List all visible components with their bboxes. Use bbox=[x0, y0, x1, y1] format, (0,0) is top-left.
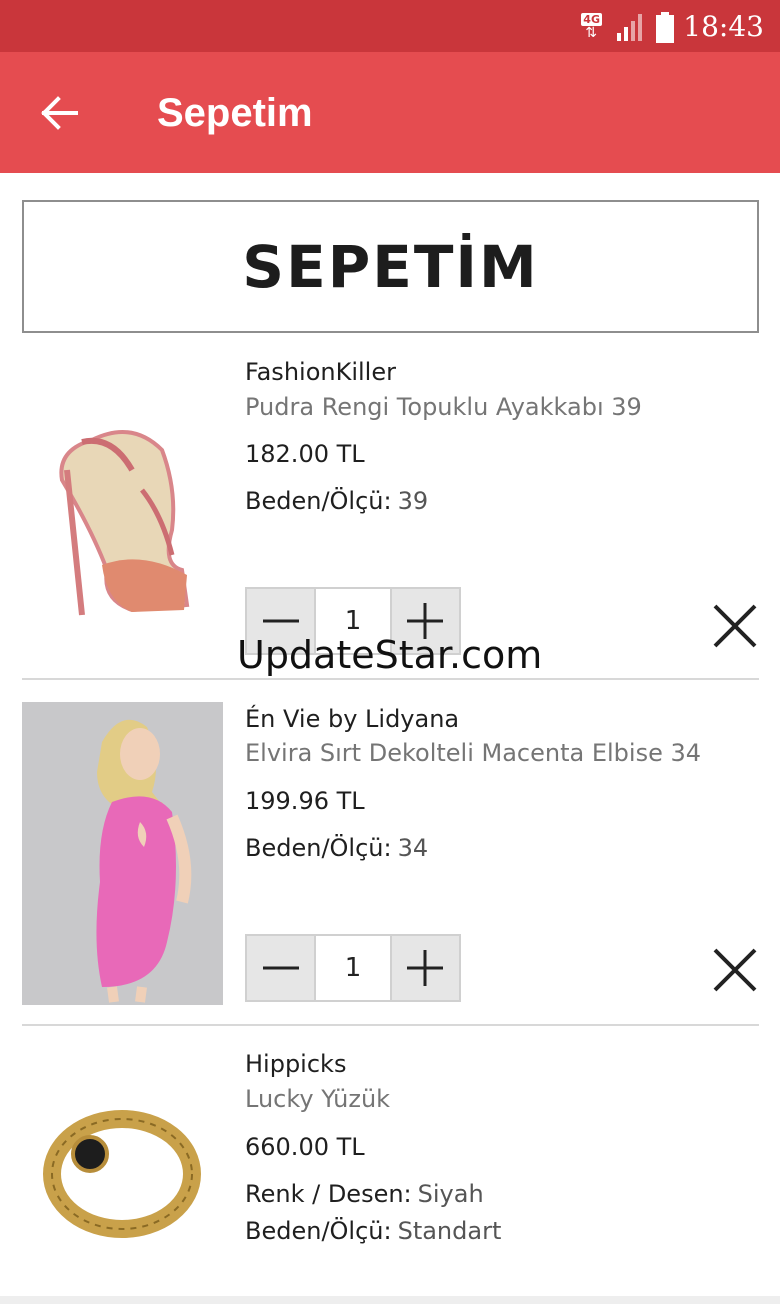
network-4g-icon: 4G ⇅ bbox=[579, 11, 607, 43]
item-brand[interactable]: Hippicks bbox=[245, 1049, 346, 1079]
status-icons: 4G ⇅ 18:43 bbox=[579, 8, 764, 46]
quantity-value[interactable]: 1 bbox=[314, 936, 392, 1000]
remove-item-icon[interactable] bbox=[711, 602, 759, 650]
status-time: 18:43 bbox=[683, 10, 764, 43]
signal-strength-icon bbox=[617, 14, 643, 41]
attribute-value: Siyah bbox=[417, 1180, 484, 1208]
app-bar-title: Sepetim bbox=[157, 91, 313, 135]
item-price: 182.00 TL bbox=[245, 440, 365, 468]
item-description[interactable]: Lucky Yüzük bbox=[245, 1084, 390, 1114]
cart-header-title: SEPETİM bbox=[242, 232, 539, 301]
item-divider bbox=[22, 1024, 759, 1026]
item-description[interactable]: Pudra Rengi Topuklu Ayakkabı 39 bbox=[245, 392, 642, 422]
item-brand[interactable]: FashionKiller bbox=[245, 357, 396, 387]
status-bar: 4G ⇅ 18:43 bbox=[0, 0, 780, 52]
item-attribute: Renk / Desen: Siyah bbox=[245, 1179, 484, 1209]
bottom-edge bbox=[0, 1296, 780, 1304]
item-description[interactable]: Elvira Sırt Dekolteli Macenta Elbise 34 bbox=[245, 738, 701, 768]
item-attribute: Beden/Ölçü: Standart bbox=[245, 1216, 501, 1246]
attribute-value: 39 bbox=[397, 487, 429, 515]
attribute-value: 34 bbox=[397, 834, 429, 862]
attribute-value: Standart bbox=[397, 1217, 502, 1245]
item-price: 199.96 TL bbox=[245, 787, 365, 815]
plus-icon bbox=[407, 950, 444, 986]
attribute-label: Beden/Ölçü: bbox=[245, 1217, 392, 1245]
pink-dress-model-image[interactable] bbox=[22, 702, 223, 1005]
attribute-label: Beden/Ölçü: bbox=[245, 487, 392, 515]
remove-item-icon[interactable] bbox=[711, 946, 759, 994]
attribute-label: Renk / Desen: bbox=[245, 1180, 412, 1208]
watermark-text: UpdateStar.com bbox=[237, 633, 543, 677]
quantity-stepper: 1 bbox=[245, 934, 461, 1002]
high-heel-sandal-image[interactable] bbox=[22, 340, 223, 643]
item-divider bbox=[22, 678, 759, 680]
battery-icon bbox=[655, 11, 675, 43]
app-bar: Sepetim bbox=[0, 52, 780, 173]
data-arrows-icon: ⇅ bbox=[585, 25, 598, 41]
item-attribute: Beden/Ölçü: 34 bbox=[245, 833, 428, 863]
increase-quantity-button[interactable] bbox=[391, 936, 460, 1000]
item-brand[interactable]: Én Vie by Lidyana bbox=[245, 704, 459, 734]
item-price: 660.00 TL bbox=[245, 1133, 365, 1161]
decrease-quantity-button[interactable] bbox=[247, 936, 315, 1000]
attribute-label: Beden/Ölçü: bbox=[245, 834, 392, 862]
gold-ring-image[interactable] bbox=[22, 1054, 223, 1294]
item-attribute: Beden/Ölçü: 39 bbox=[245, 486, 428, 516]
cart-header-box: SEPETİM bbox=[22, 200, 759, 333]
minus-icon bbox=[262, 966, 299, 970]
arrow-left-icon[interactable] bbox=[36, 90, 82, 136]
